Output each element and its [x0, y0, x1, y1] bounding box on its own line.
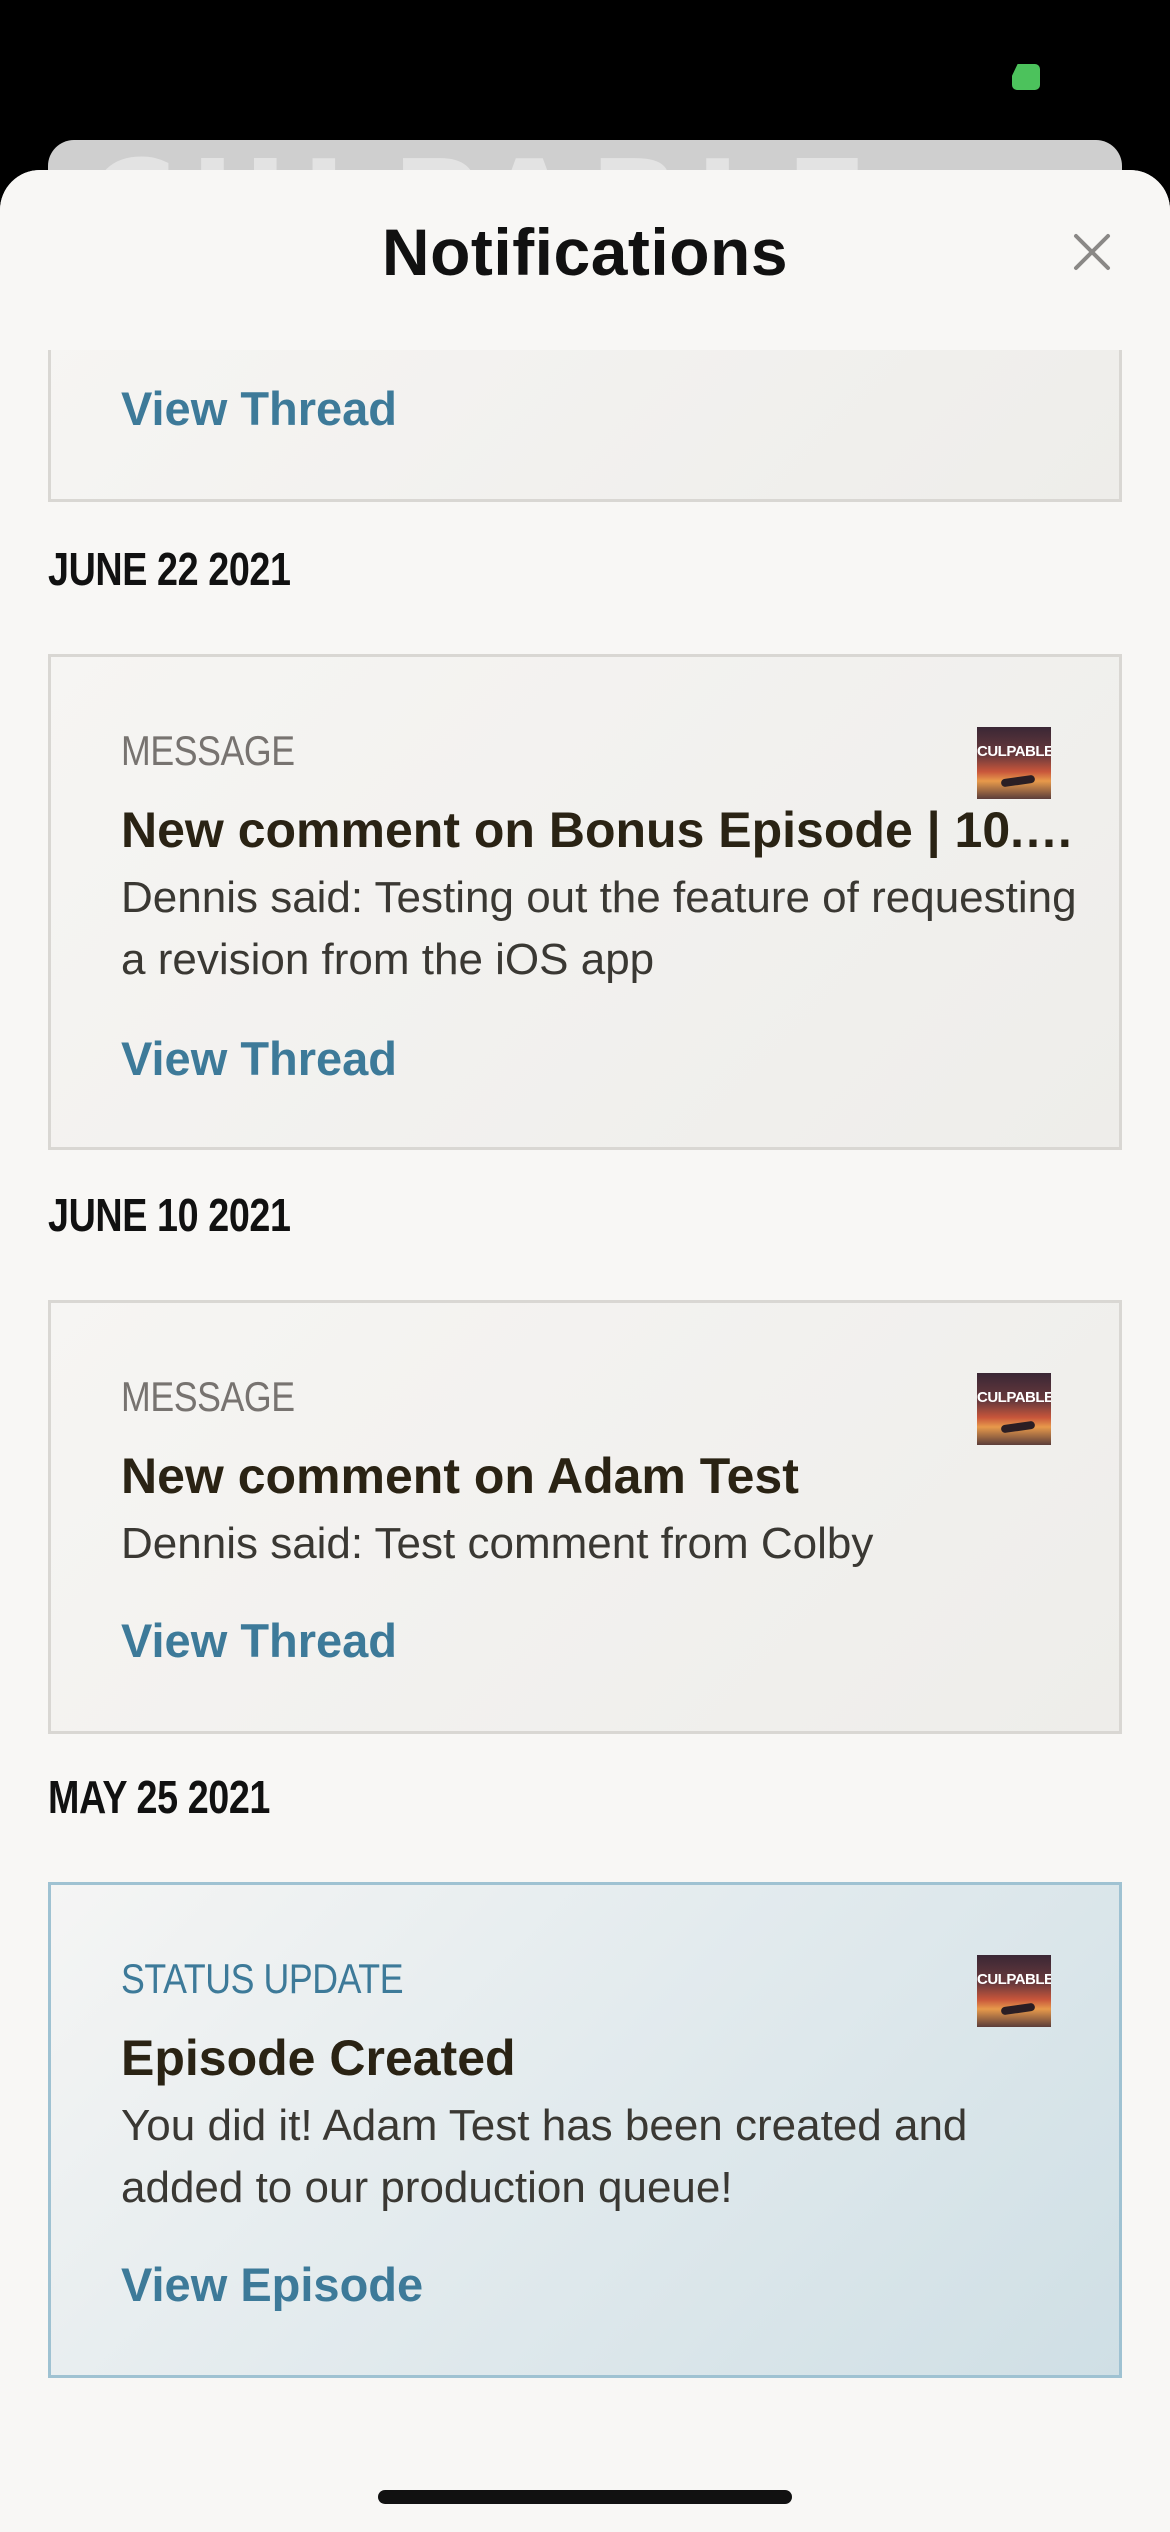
notification-body: Dennis said: Test comment from Colby: [121, 1519, 874, 1568]
date-header: JUNE 10 2021: [48, 1189, 291, 1241]
thumbnail-label: CULPABLE: [977, 743, 1051, 760]
plane-silhouette-icon: [1000, 2002, 1036, 2016]
view-thread-link[interactable]: View Thread: [121, 381, 397, 436]
sheet-header: Notifications: [0, 170, 1170, 350]
view-thread-link[interactable]: View Thread: [121, 1613, 397, 1668]
notification-card-message[interactable]: MESSAGE CULPABLE New comment on Bonus Ep…: [48, 654, 1122, 1150]
episode-thumbnail: CULPABLE: [977, 1373, 1051, 1445]
thumbnail-label: CULPABLE: [977, 1389, 1051, 1406]
notification-card-message[interactable]: MESSAGE CULPABLE New comment on Adam Tes…: [48, 1300, 1122, 1734]
episode-thumbnail: CULPABLE: [977, 1955, 1051, 2027]
notifications-list[interactable]: View Thread JUNE 22 2021 MESSAGE CULPABL…: [0, 170, 1170, 2532]
notifications-sheet: View Thread JUNE 22 2021 MESSAGE CULPABL…: [0, 170, 1170, 2532]
notification-type: STATUS UPDATE: [121, 1955, 404, 2002]
battery-icon: [1012, 64, 1040, 90]
status-bar: [0, 0, 1170, 140]
notification-card-status-update[interactable]: STATUS UPDATE CULPABLE Episode Created Y…: [48, 1882, 1122, 2378]
plane-silhouette-icon: [1000, 1420, 1036, 1434]
notification-type: MESSAGE: [121, 1373, 295, 1420]
episode-thumbnail: CULPABLE: [977, 727, 1051, 799]
plane-silhouette-icon: [1000, 774, 1036, 788]
notification-title: Episode Created: [121, 2030, 516, 2086]
thumbnail-label: CULPABLE: [977, 1971, 1051, 1988]
notification-body: Dennis said: Testing out the feature of …: [121, 873, 1077, 984]
date-header: MAY 25 2021: [48, 1771, 271, 1823]
view-episode-link[interactable]: View Episode: [121, 2257, 423, 2312]
notification-title: New comment on Bonus Episode | 10.12.202…: [121, 802, 1081, 858]
close-button[interactable]: [1066, 226, 1118, 278]
view-thread-link[interactable]: View Thread: [121, 1031, 397, 1086]
notification-title: New comment on Adam Test: [121, 1448, 799, 1504]
home-indicator[interactable]: [378, 2490, 792, 2504]
close-icon: [1074, 234, 1110, 270]
page-title: Notifications: [381, 215, 789, 289]
notification-type: MESSAGE: [121, 727, 295, 774]
notification-body: You did it! Adam Test has been created a…: [121, 2101, 968, 2212]
date-header: JUNE 22 2021: [48, 543, 291, 595]
